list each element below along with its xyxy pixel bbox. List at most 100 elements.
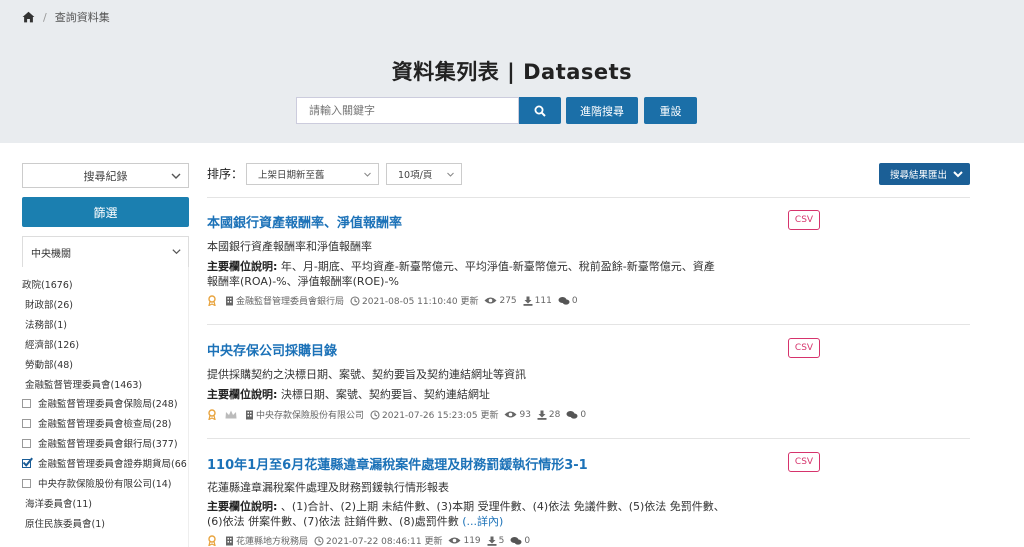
breadcrumb-separator: / — [43, 10, 47, 24]
csv-format-badge[interactable]: CSV — [788, 452, 820, 472]
search-history-label: 搜尋紀錄 — [83, 169, 128, 183]
dataset-downloads: 5 — [498, 535, 505, 546]
download-icon — [523, 296, 533, 306]
dataset-meta: 中央存款保險股份有限公司 2021-07-26 15:23:05 更新 93 2… — [207, 408, 592, 421]
checkbox[interactable] — [22, 418, 31, 428]
building-icon — [226, 296, 233, 305]
download-icon — [537, 410, 547, 420]
dataset-comments: 0 — [580, 409, 587, 420]
divider — [207, 438, 970, 439]
csv-format-badge[interactable]: CSV — [788, 338, 820, 358]
dataset-comments: 0 — [524, 535, 531, 546]
award-icon — [208, 535, 216, 546]
fields-more-link[interactable]: (...詳內) — [462, 515, 503, 528]
export-results-button[interactable]: 搜尋結果匯出 — [879, 163, 970, 185]
breadcrumb-current: 查詢資料集 — [54, 11, 110, 24]
agency-sub-item[interactable]: 金融監督管理委員會檢查局(28) — [22, 416, 172, 430]
agency-item[interactable]: 政院(1676) — [22, 277, 73, 291]
dataset-agency[interactable]: 金融監督管理委員會銀行局 — [236, 294, 344, 307]
agency-filter-list: 政院(1676) 財政部(26) 法務部(1) 經濟部(126) 勞動部(48)… — [22, 267, 189, 547]
dataset-meta: 金融監督管理委員會銀行局 2021-08-05 11:10:40 更新 275 … — [207, 294, 584, 307]
filter-button[interactable]: 篩選 — [22, 197, 189, 227]
crown-icon — [225, 410, 237, 419]
chevron-down-icon — [364, 172, 371, 177]
checkbox[interactable] — [22, 398, 31, 408]
checkbox[interactable] — [22, 438, 31, 448]
dataset-downloads: 111 — [534, 295, 552, 306]
eye-icon — [448, 537, 461, 544]
fields-label: 主要欄位說明: — [207, 260, 278, 273]
dataset-title-link[interactable]: 中央存保公司採購目錄 — [207, 340, 337, 359]
divider — [207, 197, 970, 198]
eye-icon — [484, 297, 497, 304]
agency-item[interactable]: 勞動部(48) — [25, 357, 73, 371]
chevron-down-icon — [171, 173, 181, 179]
agency-item[interactable]: 法務部(1) — [25, 317, 67, 331]
dataset-views: 275 — [499, 295, 517, 306]
agency-item-label: 原住民族委員會(1) — [25, 519, 105, 530]
dataset-title-link[interactable]: 110年1月至6月花蓮縣違章漏稅案件處理及財務罰鍰執行情形3-1 — [207, 454, 588, 473]
chevron-down-icon — [447, 172, 454, 177]
clock-icon — [350, 295, 360, 306]
sort-select-value: 上架日期新至舊 — [258, 170, 325, 181]
clock-icon — [370, 409, 380, 420]
dataset-meta: 花蓮縣地方稅務局 2021-07-22 08:46:11 更新 119 5 0 — [207, 534, 536, 547]
agency-item-label: 金融監督管理委員會(1463) — [25, 380, 143, 391]
agency-item-label: 海洋委員會(11) — [25, 499, 93, 510]
dataset-views: 93 — [519, 409, 531, 420]
agency-item-label: 政院(1676) — [22, 280, 73, 291]
dataset-description: 花蓮縣違章漏稅案件處理及財務罰鍰執行情形報表 — [207, 481, 449, 494]
fields-label: 主要欄位說明: — [207, 500, 278, 513]
fields-text: (6)依法 併案件數、(7)依法 註銷件數、(8)處罰件數 — [207, 515, 463, 528]
agency-item[interactable]: 經濟部(126) — [25, 337, 79, 351]
agency-item[interactable]: 金融監督管理委員會(1463) — [25, 377, 142, 391]
agency-item-label: 金融監督管理委員會檢查局(28) — [38, 419, 172, 430]
fields-text: 、(1)合計、(2)上期 未結件數、(3)本期 受理件數、(4)依法 免議件數、… — [277, 500, 725, 513]
reset-button[interactable]: 重設 — [644, 97, 697, 124]
dataset-updated: 2021-08-05 11:10:40 更新 — [362, 297, 479, 307]
dataset-fields: 主要欄位說明: 決標日期、案號、契約要旨、契約連結網址 — [207, 387, 772, 402]
agency-item-label: 中央存款保險股份有限公司(14) — [38, 479, 172, 490]
checkbox-checked[interactable] — [22, 457, 33, 468]
agency-panel-header[interactable]: 中央機關 — [22, 236, 189, 267]
agency-item[interactable]: 財政部(26) — [25, 297, 73, 311]
search-input[interactable] — [296, 97, 519, 124]
sort-label: 排序： — [207, 167, 244, 181]
agency-sub-item[interactable]: 金融監督管理委員會保險局(248) — [22, 396, 178, 410]
page-size-select[interactable]: 10項/頁 — [386, 163, 462, 185]
dataset-description: 提供採購契約之決標日期、案號、契約要旨及契約連結網址等資訊 — [207, 368, 526, 381]
award-icon — [208, 295, 216, 306]
agency-item-label: 金融監督管理委員會保險局(248) — [38, 399, 178, 410]
dataset-title-link[interactable]: 本國銀行資產報酬率、淨值報酬率 — [207, 212, 402, 231]
dataset-agency[interactable]: 中央存款保險股份有限公司 — [256, 408, 364, 421]
search-button[interactable] — [519, 97, 561, 124]
page-size-value: 10項/頁 — [398, 170, 433, 181]
agency-item-label: 金融監督管理委員會銀行局(377) — [38, 439, 178, 450]
agency-item[interactable]: 原住民族委員會(1) — [25, 516, 105, 530]
dataset-agency[interactable]: 花蓮縣地方稅務局 — [236, 534, 308, 547]
comments-icon — [510, 536, 522, 545]
agency-sub-item[interactable]: 金融監督管理委員會證券期貨局(66 — [22, 456, 187, 470]
clock-icon — [314, 535, 324, 546]
agency-item-label: 財政部(26) — [25, 300, 74, 311]
chevron-down-icon — [953, 171, 963, 178]
check-icon — [22, 457, 33, 467]
building-icon — [226, 536, 233, 545]
dataset-views: 119 — [463, 535, 481, 546]
sort-select[interactable]: 上架日期新至舊 — [246, 163, 379, 185]
agency-item-label: 金融監督管理委員會證券期貨局(66 — [38, 459, 187, 470]
search-history-select[interactable]: 搜尋紀錄 — [22, 163, 189, 188]
agency-sub-item[interactable]: 金融監督管理委員會銀行局(377) — [22, 436, 178, 450]
advanced-search-button[interactable]: 進階搜尋 — [566, 97, 638, 124]
fields-text: 年、月-期底、平均資產-新臺幣億元、平均淨值-新臺幣億元、稅前盈餘-新臺幣億元、… — [277, 260, 715, 273]
dataset-updated: 2021-07-22 08:46:11 更新 — [326, 537, 443, 547]
building-icon — [246, 410, 253, 419]
agency-sub-item[interactable]: 中央存款保險股份有限公司(14) — [22, 476, 172, 490]
agency-item[interactable]: 海洋委員會(11) — [25, 496, 92, 510]
fields-label: 主要欄位說明: — [207, 388, 278, 401]
fields-text: 報酬率(ROA)-%、淨值報酬率(ROE)-% — [207, 275, 399, 288]
csv-format-badge[interactable]: CSV — [788, 210, 820, 230]
eye-icon — [504, 411, 517, 418]
checkbox[interactable] — [22, 478, 31, 488]
home-icon[interactable] — [22, 11, 35, 23]
